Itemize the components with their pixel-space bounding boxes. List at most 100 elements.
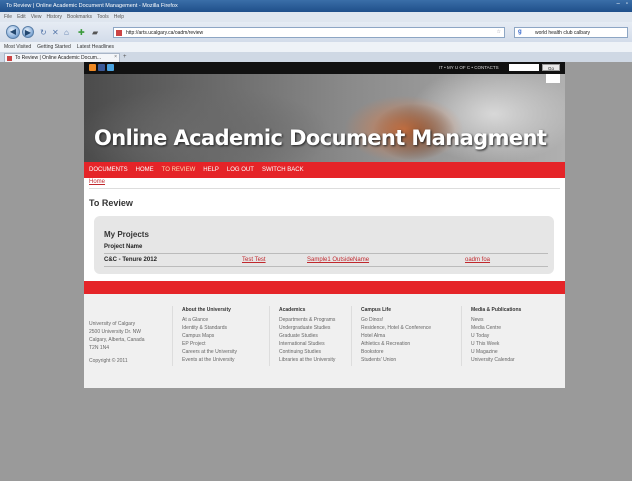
footer-link[interactable]: Athletics & Recreation: [361, 340, 431, 348]
stop-icon[interactable]: ✕: [52, 28, 59, 37]
footer-col-media: Media & Publications News Media Centre U…: [471, 306, 521, 364]
footer-link[interactable]: Continuing Studies: [279, 348, 335, 356]
footer-link[interactable]: News: [471, 316, 521, 324]
bookmark-latest-headlines[interactable]: Latest Headlines: [77, 44, 114, 52]
facebook-icon[interactable]: [98, 64, 105, 71]
menu-bookmarks[interactable]: Bookmarks: [67, 14, 92, 22]
footer-link[interactable]: Bookstore: [361, 348, 431, 356]
restore-icon[interactable]: ▫: [626, 1, 628, 7]
menu-history[interactable]: History: [46, 14, 62, 22]
divider: [104, 266, 548, 267]
divider: [351, 306, 352, 366]
home-icon[interactable]: ⌂: [64, 28, 69, 37]
site-search-input[interactable]: [509, 64, 539, 71]
footer-link[interactable]: U This Week: [471, 340, 521, 348]
back-icon[interactable]: ◀: [6, 25, 20, 39]
reviewer-link[interactable]: Sample1 OutsideName: [307, 257, 369, 263]
footer-col-academics: Academics Departments & Programs Undergr…: [279, 306, 335, 364]
window-controls: – ▫: [617, 1, 628, 7]
reviewer-link[interactable]: oadm foa: [465, 257, 490, 263]
social-icons: [89, 64, 114, 71]
footer-link[interactable]: Students' Union: [361, 356, 431, 364]
divider: [104, 253, 548, 254]
footer-link[interactable]: Residence, Hotel & Conference: [361, 324, 431, 332]
menu-help[interactable]: Help: [114, 14, 124, 22]
footer-link[interactable]: Undergraduate Studies: [279, 324, 335, 332]
projects-panel: My Projects Project Name C&C - Tenure 20…: [94, 216, 554, 274]
footer-col-about: About the University At a Glance Identit…: [182, 306, 237, 364]
footer-link[interactable]: EP Project: [182, 340, 237, 348]
addon-icon[interactable]: ✚: [78, 28, 85, 37]
address-line: 2500 University Dr. NW: [89, 329, 141, 335]
search-field[interactable]: g world health club calbary: [514, 27, 628, 38]
close-tab-icon[interactable]: ×: [114, 54, 117, 60]
breadcrumb-home[interactable]: Home: [89, 179, 105, 185]
menu-file[interactable]: File: [4, 14, 12, 22]
menu-view[interactable]: View: [31, 14, 42, 22]
footer-link[interactable]: University Calendar: [471, 356, 521, 364]
footer-link[interactable]: Graduate Studies: [279, 332, 335, 340]
footer-link[interactable]: U Magazine: [471, 348, 521, 356]
rss-icon[interactable]: [89, 64, 96, 71]
main-nav: DOCUMENTS HOME TO REVIEW HELP LOG OUT SW…: [84, 162, 565, 178]
window-title: To Review | Online Academic Document Man…: [6, 3, 178, 9]
new-tab-icon[interactable]: +: [123, 54, 127, 60]
url-field[interactable]: http://arts.ucalgary.ca/oadm/review ☆: [113, 27, 505, 38]
site-favicon-icon: [116, 30, 122, 36]
divider: [461, 306, 462, 366]
site-search-go-button[interactable]: Go: [542, 64, 560, 71]
footer-link[interactable]: Libraries at the University: [279, 356, 335, 364]
footer-link[interactable]: Media Centre: [471, 324, 521, 332]
bookmark-most-visited[interactable]: Most Visited: [4, 44, 31, 52]
projects-heading: My Projects: [104, 230, 149, 239]
footer-link[interactable]: Identity & Standards: [182, 324, 237, 332]
twitter-icon[interactable]: [107, 64, 114, 71]
banner-corner: [546, 74, 560, 83]
reviewer-link[interactable]: Test Test: [242, 257, 266, 263]
footer-heading: Media & Publications: [471, 307, 522, 313]
nav-documents[interactable]: DOCUMENTS: [89, 167, 128, 173]
footer-red-strip: [84, 281, 565, 294]
tab-bar: To Review | Online Academic Docum... × +: [0, 52, 632, 62]
footer-link[interactable]: Go Dinos!: [361, 316, 431, 324]
divider: [269, 306, 270, 366]
project-name-header: Project Name: [104, 244, 143, 250]
address-line: Copyright © 2011: [89, 358, 128, 364]
header-banner: Online Academic Document Managment: [84, 74, 565, 162]
project-name: C&C - Tenure 2012: [104, 257, 157, 263]
forward-icon[interactable]: ▶: [22, 26, 34, 38]
utility-bar: IT • MY U OF C • CONTACTS Go: [84, 62, 565, 74]
web-page: IT • MY U OF C • CONTACTS Go Online Acad…: [84, 62, 565, 388]
site-title: Online Academic Document Managment: [94, 126, 547, 150]
utility-links[interactable]: IT • MY U OF C • CONTACTS: [439, 65, 499, 70]
divider: [172, 306, 173, 366]
nav-help[interactable]: HELP: [203, 167, 219, 173]
footer-link[interactable]: International Studies: [279, 340, 335, 348]
footer-link[interactable]: At a Glance: [182, 316, 237, 324]
nav-log-out[interactable]: LOG OUT: [227, 167, 254, 173]
window-titlebar: To Review | Online Academic Document Man…: [0, 0, 632, 12]
reload-icon[interactable]: ↻: [40, 28, 47, 37]
menu-edit[interactable]: Edit: [17, 14, 26, 22]
menu-bar: File Edit View History Bookmarks Tools H…: [0, 12, 632, 22]
footer-link[interactable]: Hotel Alma: [361, 332, 431, 340]
footer-link[interactable]: Events at the University: [182, 356, 237, 364]
divider: [89, 188, 560, 189]
footer-link[interactable]: Careers at the University: [182, 348, 237, 356]
nav-switch-back[interactable]: SWITCH BACK: [262, 167, 304, 173]
minimize-icon[interactable]: –: [617, 1, 620, 7]
nav-to-review[interactable]: TO REVIEW: [162, 167, 196, 173]
search-engine-icon[interactable]: g: [518, 29, 522, 35]
search-text: world health club calbary: [535, 30, 591, 36]
footer-heading: About the University: [182, 307, 231, 313]
footer-link[interactable]: Campus Maps: [182, 332, 237, 340]
footer-link[interactable]: Departments & Programs: [279, 316, 335, 324]
tab-to-review[interactable]: To Review | Online Academic Docum... ×: [4, 53, 120, 62]
footer-col-campus-life: Campus Life Go Dinos! Residence, Hotel &…: [361, 306, 431, 364]
bookmark-star-icon[interactable]: ☆: [497, 29, 501, 35]
footer-link[interactable]: U Today: [471, 332, 521, 340]
menu-tools[interactable]: Tools: [97, 14, 109, 22]
bookmark-getting-started[interactable]: Getting Started: [37, 44, 71, 52]
nav-home[interactable]: HOME: [136, 167, 154, 173]
toolbar-extension-icon[interactable]: ▰: [92, 28, 98, 37]
